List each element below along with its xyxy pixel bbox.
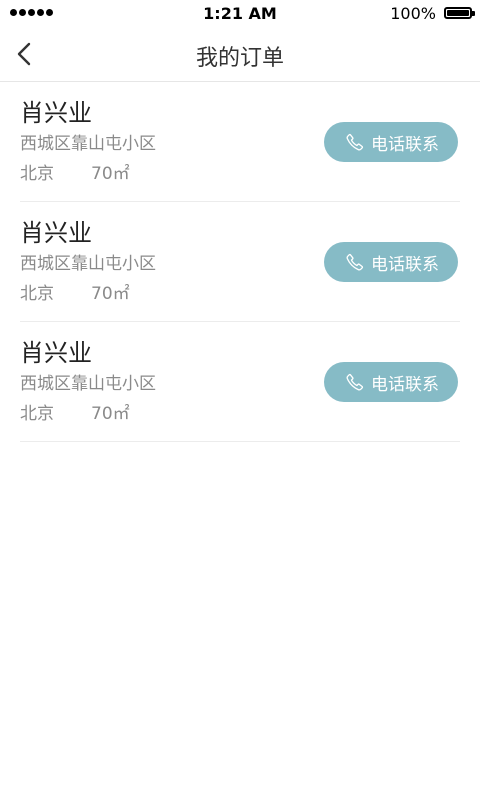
order-meta: 北京 70㎡ xyxy=(20,403,130,425)
order-card: 肖兴业 西城区靠山屯小区 北京 70㎡ 电话联系 xyxy=(20,202,460,322)
order-city: 北京 xyxy=(20,284,54,304)
call-button[interactable]: 电话联系 xyxy=(324,122,458,162)
phone-icon xyxy=(345,252,365,272)
phone-icon xyxy=(345,132,365,152)
order-meta: 北京 70㎡ xyxy=(20,283,130,305)
status-bar: 1:21 AM 100% xyxy=(0,0,480,28)
order-meta: 北京 70㎡ xyxy=(20,163,130,185)
customer-name: 肖兴业 xyxy=(20,339,92,367)
order-area: 70㎡ xyxy=(91,284,130,304)
order-list: 肖兴业 西城区靠山屯小区 北京 70㎡ 电话联系 肖兴业 西城区靠山屯小区 北京… xyxy=(20,82,460,442)
order-address: 西城区靠山屯小区 xyxy=(20,374,156,394)
order-area: 70㎡ xyxy=(91,404,130,424)
order-city: 北京 xyxy=(20,404,54,424)
call-button-label: 电话联系 xyxy=(371,134,439,155)
order-area: 70㎡ xyxy=(91,164,130,184)
battery-percent: 100% xyxy=(390,4,436,23)
order-city: 北京 xyxy=(20,164,54,184)
nav-bar: 我的订单 xyxy=(0,28,480,82)
battery-icon xyxy=(444,7,475,19)
call-button-label: 电话联系 xyxy=(371,374,439,395)
phone-icon xyxy=(345,372,365,392)
call-button[interactable]: 电话联系 xyxy=(324,362,458,402)
order-address: 西城区靠山屯小区 xyxy=(20,254,156,274)
customer-name: 肖兴业 xyxy=(20,99,92,127)
customer-name: 肖兴业 xyxy=(20,219,92,247)
call-button[interactable]: 电话联系 xyxy=(324,242,458,282)
order-card: 肖兴业 西城区靠山屯小区 北京 70㎡ 电话联系 xyxy=(20,82,460,202)
order-address: 西城区靠山屯小区 xyxy=(20,134,156,154)
page-title: 我的订单 xyxy=(195,46,284,71)
call-button-label: 电话联系 xyxy=(371,254,439,275)
order-card: 肖兴业 西城区靠山屯小区 北京 70㎡ 电话联系 xyxy=(20,322,460,442)
screen: 1:21 AM 100% 我的订单 肖兴业 西城区靠山屯小区 北京 70㎡ 电话… xyxy=(0,0,480,800)
